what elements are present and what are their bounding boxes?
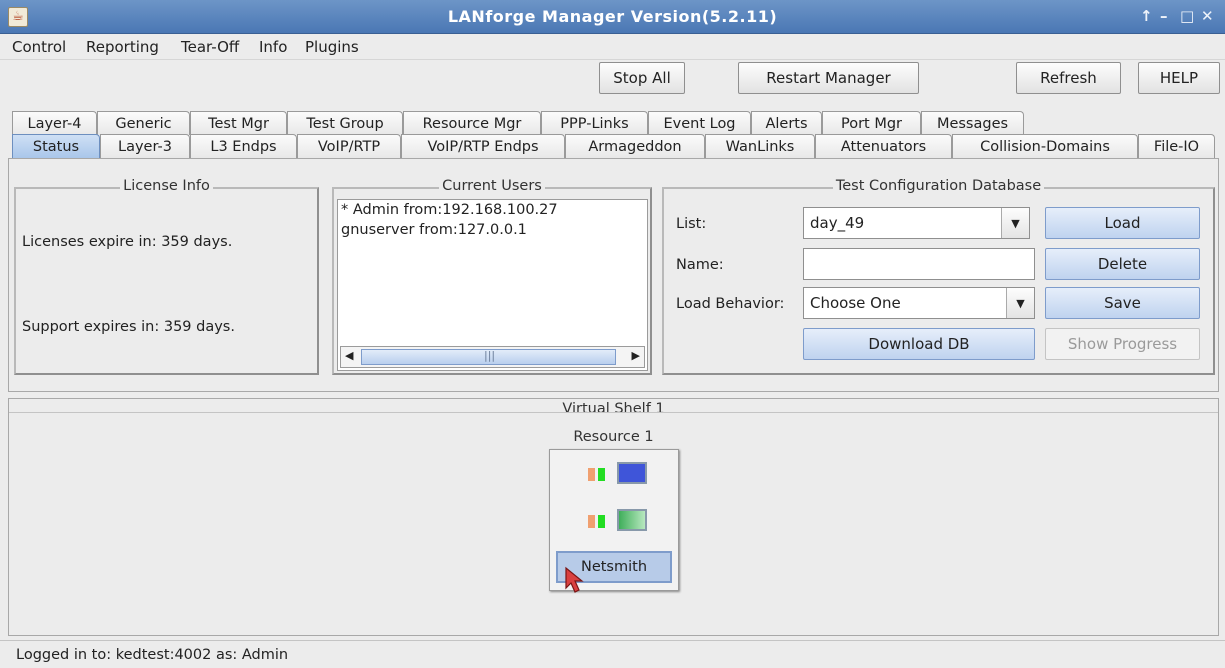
tab-voip-rtp[interactable]: VoIP/RTP (297, 134, 401, 158)
chevron-down-icon[interactable]: ▼ (1006, 288, 1034, 318)
mouse-cursor-icon (565, 566, 584, 593)
tab-layer-3[interactable]: Layer-3 (100, 134, 190, 158)
tab-status[interactable]: Status (12, 134, 100, 158)
chevron-down-icon[interactable]: ▼ (1001, 208, 1029, 238)
resource-title: Resource 1 (573, 429, 654, 445)
login-status-text: Logged in to: kedtest:4002 as: Admin (16, 647, 289, 663)
delete-button[interactable]: Delete (1045, 248, 1200, 280)
list-item[interactable]: gnuserver from:127.0.0.1 (341, 222, 527, 238)
tab-test-mgr[interactable]: Test Mgr (190, 111, 287, 135)
tab-armageddon[interactable]: Armageddon (565, 134, 705, 158)
menu-info[interactable]: Info (259, 38, 287, 56)
restart-manager-button[interactable]: Restart Manager (738, 62, 919, 94)
tab-layer-4[interactable]: Layer-4 (12, 111, 97, 135)
users-horizontal-scrollbar[interactable]: ◀ ||| ▶ (340, 346, 645, 368)
tab-l3-endps[interactable]: L3 Endps (190, 134, 297, 158)
tab-test-group[interactable]: Test Group (287, 111, 403, 135)
resource-box[interactable]: Netsmith (549, 449, 679, 593)
toolbar: Stop All Restart Manager Refresh HELP (0, 60, 1225, 104)
close-icon[interactable]: ✕ (1201, 7, 1214, 25)
licenses-expire-text: Licenses expire in: 359 days. (22, 234, 233, 250)
save-button[interactable]: Save (1045, 287, 1200, 319)
scroll-right-icon[interactable]: ▶ (632, 349, 640, 362)
shelf-divider (9, 412, 1218, 413)
help-button[interactable]: HELP (1138, 62, 1220, 94)
tab-file-io[interactable]: File-IO (1138, 134, 1215, 158)
title-bar: ☕ LANforge Manager Version(5.2.11) ↑ – □… (0, 0, 1225, 34)
tab-attenuators[interactable]: Attenuators (815, 134, 952, 158)
led-green-icon (598, 468, 605, 481)
list-select[interactable]: day_49 ▼ (803, 207, 1030, 239)
license-info-group: License Info Licenses expire in: 359 day… (14, 178, 319, 375)
load-behavior-label: Load Behavior: (676, 296, 785, 312)
led-green-icon (598, 515, 605, 528)
window-title: LANforge Manager Version(5.2.11) (447, 7, 778, 26)
tab-port-mgr[interactable]: Port Mgr (822, 111, 921, 135)
list-item[interactable]: * Admin from:192.168.100.27 (341, 202, 558, 218)
menu-bar: Control Reporting Tear-Off Info Plugins (0, 34, 1225, 60)
load-behavior-value: Choose One (810, 294, 901, 312)
download-db-button[interactable]: Download DB (803, 328, 1035, 360)
load-behavior-select[interactable]: Choose One ▼ (803, 287, 1035, 319)
menu-tear-off[interactable]: Tear-Off (181, 38, 239, 56)
status-panel: License Info Licenses expire in: 359 day… (8, 158, 1219, 392)
stop-all-button[interactable]: Stop All (599, 62, 685, 94)
grip-icon: ||| (484, 349, 496, 362)
tab-event-log[interactable]: Event Log (648, 111, 751, 135)
led-orange-icon (588, 515, 595, 528)
tab-wanlinks[interactable]: WanLinks (705, 134, 815, 158)
tab-voip-rtp-endps[interactable]: VoIP/RTP Endps (401, 134, 565, 158)
virtual-shelf-panel: Virtual Shelf 1 Resource 1 Netsmith (8, 398, 1219, 636)
current-users-group: Current Users * Admin from:192.168.100.2… (332, 178, 652, 375)
name-label: Name: (676, 257, 724, 273)
menu-reporting[interactable]: Reporting (86, 38, 159, 56)
tab-ppp-links[interactable]: PPP-Links (541, 111, 648, 135)
load-button[interactable]: Load (1045, 207, 1200, 239)
keep-above-icon[interactable]: ↑ (1140, 7, 1153, 25)
virtual-shelf-title: Virtual Shelf 1 (562, 401, 665, 417)
minimize-icon[interactable]: – (1160, 7, 1168, 25)
led-orange-icon (588, 468, 595, 481)
name-field[interactable] (803, 248, 1035, 280)
show-progress-button: Show Progress (1045, 328, 1200, 360)
tab-row-bottom: Status Layer-3 L3 Endps VoIP/RTP VoIP/RT… (8, 134, 1219, 158)
port-icon[interactable] (617, 509, 647, 531)
tab-alerts[interactable]: Alerts (751, 111, 822, 135)
tab-row-top: Layer-4 Generic Test Mgr Test Group Reso… (8, 111, 1219, 135)
tab-collision-domains[interactable]: Collision-Domains (952, 134, 1138, 158)
list-label: List: (676, 216, 707, 232)
test-config-db-title: Test Configuration Database (832, 178, 1045, 194)
menu-plugins[interactable]: Plugins (305, 38, 359, 56)
scroll-left-icon[interactable]: ◀ (345, 349, 353, 362)
tab-generic[interactable]: Generic (97, 111, 190, 135)
port-icon[interactable] (617, 462, 647, 484)
test-config-db-group: Test Configuration Database List: day_49… (662, 178, 1215, 375)
current-users-list[interactable]: * Admin from:192.168.100.27 gnuserver fr… (337, 199, 648, 371)
tab-resource-mgr[interactable]: Resource Mgr (403, 111, 541, 135)
list-select-value: day_49 (810, 214, 865, 232)
scrollbar-thumb[interactable]: ||| (361, 349, 616, 365)
status-bar: Logged in to: kedtest:4002 as: Admin (0, 640, 1225, 668)
license-info-title: License Info (120, 178, 213, 194)
tab-messages[interactable]: Messages (921, 111, 1024, 135)
refresh-button[interactable]: Refresh (1016, 62, 1121, 94)
support-expire-text: Support expires in: 359 days. (22, 319, 235, 335)
menu-control[interactable]: Control (12, 38, 66, 56)
current-users-title: Current Users (439, 178, 545, 194)
maximize-icon[interactable]: □ (1180, 7, 1194, 25)
